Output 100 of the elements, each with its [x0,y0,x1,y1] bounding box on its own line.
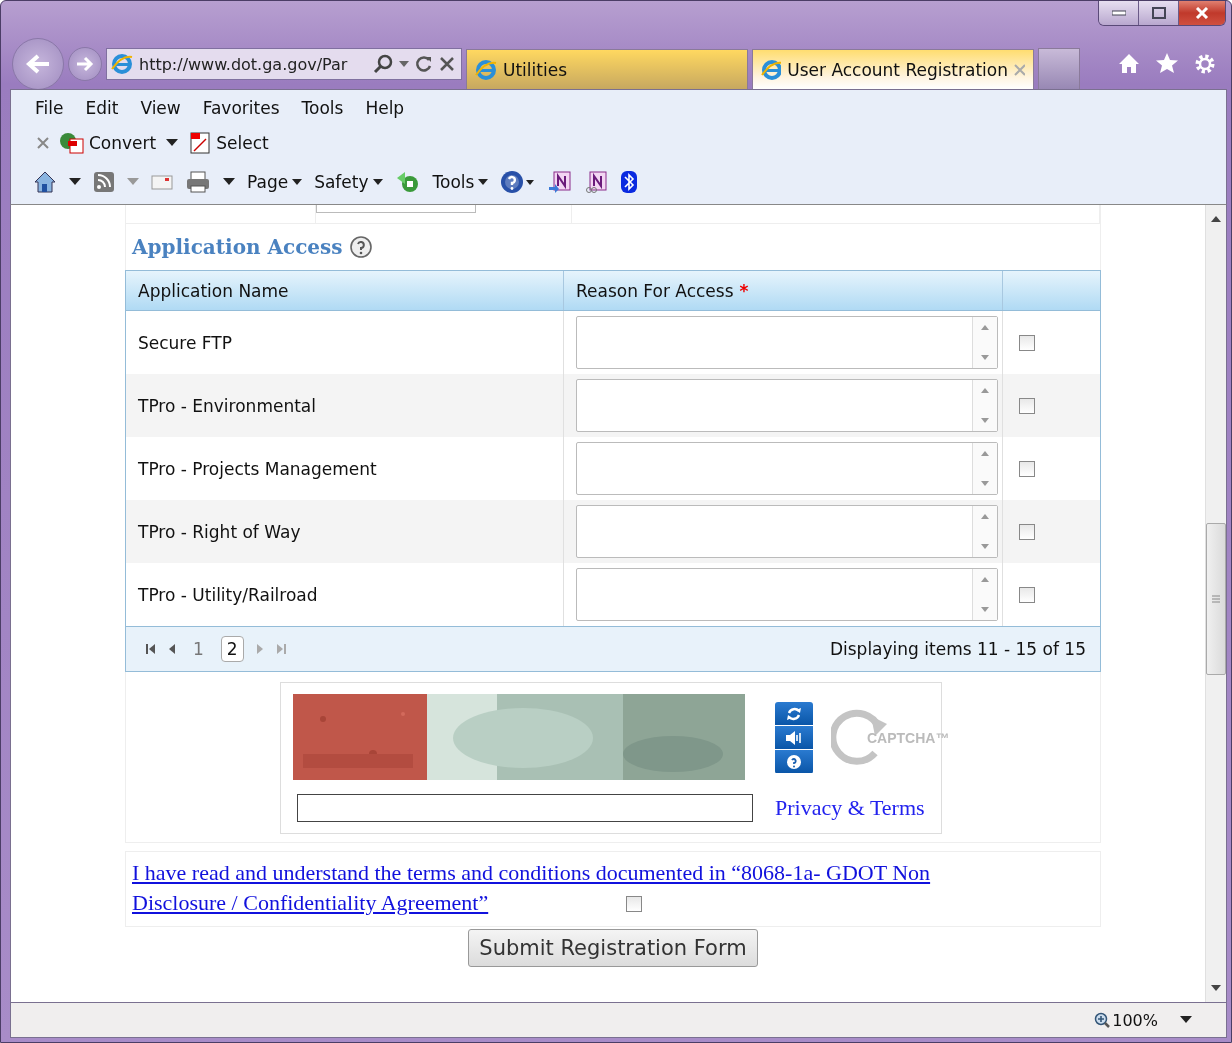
speaker-icon [784,729,804,746]
phone-field[interactable] [316,205,476,213]
column-header: Reason For Access * [564,271,1003,310]
stop-icon[interactable] [439,56,455,72]
print-icon[interactable] [185,170,211,194]
bluetooth-icon[interactable] [620,170,639,194]
menu-item[interactable]: View [140,98,181,118]
caret-icon[interactable] [223,178,235,186]
url-text: http://www.dot.ga.gov/Par [139,54,349,74]
scroll-thumb[interactable] [1206,523,1226,675]
back-button[interactable] [12,38,64,90]
spin-up-icon[interactable] [981,388,989,393]
page-link[interactable]: 1 [188,637,209,661]
spin-down-icon[interactable] [981,418,989,423]
reason-field[interactable] [576,316,998,369]
help-icon[interactable] [348,235,373,259]
audio-button[interactable] [775,726,813,750]
menu-item[interactable]: Help [365,98,405,118]
home-icon[interactable] [33,170,57,194]
column-header: Application Name [126,271,564,310]
menu-item[interactable]: File [35,98,64,118]
feed-icon[interactable] [93,171,115,193]
recaptcha-logo-text: CAPTCHA™ [867,730,950,746]
minimize-button[interactable] [1099,1,1139,25]
spin-up-icon[interactable] [981,325,989,330]
spin-up-icon[interactable] [981,577,989,582]
checkbox[interactable] [1019,523,1035,540]
tools-menu-button[interactable]: Tools [432,172,489,192]
reason-field[interactable] [576,505,998,558]
forward-button[interactable] [68,47,102,81]
agreement-checkbox[interactable] [626,896,642,912]
reason-field[interactable] [576,379,998,432]
spin-up-icon[interactable] [981,451,989,456]
next-page-icon[interactable] [255,643,264,655]
close-icon[interactable] [37,137,49,149]
refresh-icon [786,705,802,722]
caret-icon[interactable] [1180,1016,1192,1024]
close-button[interactable] [1179,1,1225,25]
forward-arrow-icon [75,55,95,73]
application-name: TPro - Projects Management [138,458,377,479]
menu-item[interactable]: Favorites [202,98,280,118]
select-button[interactable]: Select [188,131,269,155]
onenote-icon[interactable] [584,170,609,194]
ie-logo-icon [111,53,133,75]
caret-icon[interactable] [166,139,179,147]
spin-down-icon[interactable] [981,544,989,549]
scroll-down-icon[interactable] [1211,984,1221,992]
ie-logo-icon [761,58,782,81]
address-bar[interactable]: http://www.dot.ga.gov/Par [106,48,462,80]
ie-logo-icon [475,58,497,81]
section-title: Application Access [132,235,343,259]
help-button[interactable] [775,750,813,774]
help-icon [786,753,802,770]
scroll-up-icon[interactable] [1211,215,1221,223]
application-name: TPro - Utility/Railroad [138,584,318,605]
captcha-field[interactable] [297,794,753,822]
close-tab-icon[interactable] [1013,63,1025,76]
pager-summary: Displaying items 11 - 15 of 15 [829,639,1086,659]
menu-item[interactable]: Tools [301,98,344,118]
checkbox[interactable] [1019,334,1035,351]
privacy-terms-link[interactable]: Privacy & Terms [775,795,950,821]
page-link[interactable]: 2 [220,636,244,662]
caret-icon[interactable] [69,178,81,186]
checkbox[interactable] [1019,586,1035,603]
spin-up-icon[interactable] [981,514,989,519]
first-page-icon[interactable] [146,643,156,655]
search-icon[interactable] [373,54,393,74]
browser-tab[interactable]: Utilities [466,49,748,89]
application-name: TPro - Environmental [138,395,316,416]
reason-field[interactable] [576,568,998,621]
mail-icon[interactable] [151,173,173,191]
spin-down-icon[interactable] [981,481,989,486]
spin-down-icon[interactable] [981,355,989,360]
checkbox[interactable] [1019,460,1035,477]
safety-menu-button[interactable]: Safety [314,172,383,192]
previous-page-icon[interactable] [168,643,176,655]
star-icon[interactable] [1155,52,1179,74]
page-menu-button[interactable]: Page [247,172,303,192]
browser-tab[interactable]: User Account Registration [752,49,1034,89]
onenote-icon[interactable] [548,170,573,194]
submit-button[interactable]: Submit Registration Form [468,929,758,967]
maximize-button[interactable] [1139,1,1179,25]
new-tab-button[interactable] [1038,48,1080,89]
convert-button[interactable]: Convert [59,132,157,154]
refresh-button[interactable] [775,702,813,726]
caret-icon [478,179,489,185]
reason-field[interactable] [576,442,998,495]
help-icon[interactable] [500,170,537,194]
last-page-icon[interactable] [275,643,286,655]
menu-item[interactable]: Edit [85,98,119,118]
settings-icon[interactable] [1193,52,1217,76]
back-arrow-icon [25,53,51,75]
spin-down-icon[interactable] [981,607,989,612]
scrollbar[interactable] [1205,205,1226,1002]
refresh-icon[interactable] [415,55,433,73]
zoom-level[interactable]: 100% [1094,1010,1158,1030]
checkbox[interactable] [1019,397,1035,414]
document-icon [188,131,213,155]
grip-icon [1212,595,1220,603]
caret-icon [372,179,383,185]
